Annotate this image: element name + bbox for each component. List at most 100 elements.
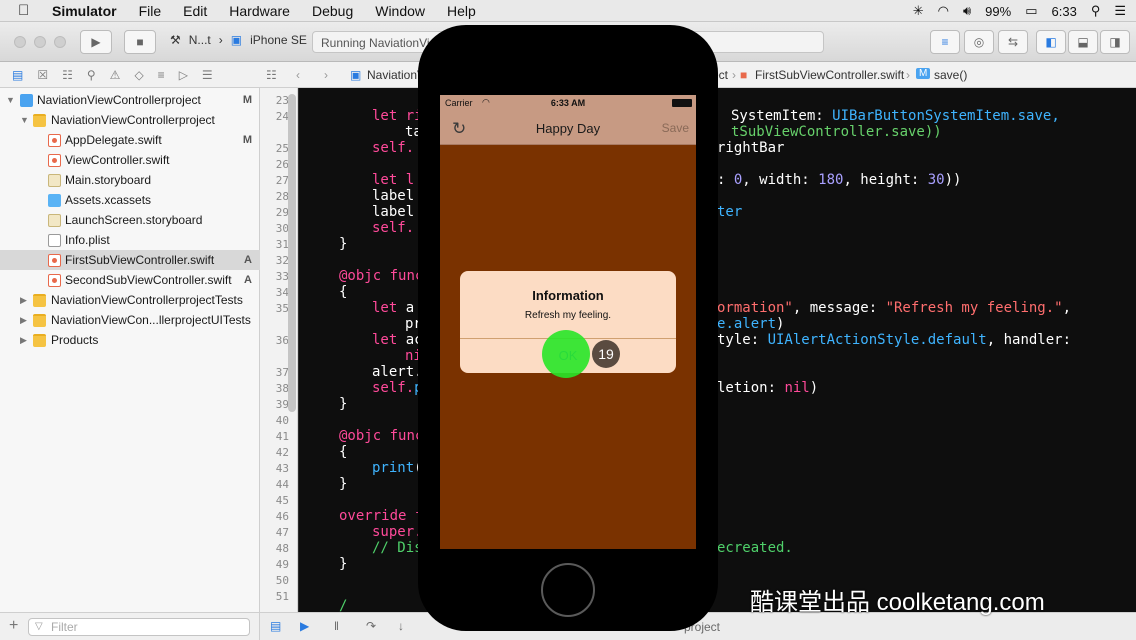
line-number: 45 (275, 494, 289, 507)
device-screen[interactable]: Carrier ◠ 6:33 AM ↻ Happy Day Save Infor… (440, 95, 696, 549)
forward-arrow-icon[interactable]: › (324, 68, 328, 82)
tree-item-file[interactable]: AppDelegate.swift M (0, 130, 260, 150)
standard-editor-button[interactable]: ≡ (930, 30, 960, 54)
volume-icon[interactable]: 🔊︎ (963, 3, 971, 19)
report-navigator-icon[interactable]: ☰ (202, 68, 213, 82)
tree-item-file-selected[interactable]: FirstSubViewController.swift A (0, 250, 260, 270)
wifi-icon[interactable]: ◠ (938, 3, 949, 19)
swift-file-icon (48, 273, 61, 287)
jump-file[interactable]: FirstSubViewController.swift (755, 68, 904, 82)
related-items-icon[interactable]: ☷ (266, 68, 277, 82)
find-navigator-icon[interactable]: ⚲ (87, 68, 96, 82)
code-line: ormation", message: "Refresh my feeling.… (717, 300, 1071, 316)
tree-item-group[interactable]: ▶ NaviationViewControllerprojectTests (0, 290, 260, 310)
code-token: // Dis (372, 540, 423, 556)
back-arrow-icon[interactable]: ‹ (296, 68, 300, 82)
line-number: 37 (275, 366, 289, 379)
disclosure-closed-icon[interactable]: ▶ (20, 335, 27, 346)
home-button[interactable] (541, 563, 595, 617)
code-line: override f (339, 508, 423, 524)
zoom-window-button[interactable] (54, 36, 66, 48)
project-navigator-icon[interactable]: ▤ (12, 68, 23, 82)
tree-item-project[interactable]: ▼ NaviationViewControllerproject M (0, 90, 260, 110)
tree-item-group[interactable]: ▼ NaviationViewControllerproject (0, 110, 260, 130)
tree-item-label: NaviationViewControllerproject (51, 113, 215, 127)
breakpoint-navigator-icon[interactable]: ▷ (179, 68, 188, 82)
disclosure-closed-icon[interactable]: ▶ (20, 315, 27, 326)
hide-debug-area-icon[interactable]: ▤ (270, 619, 281, 633)
tree-item-file[interactable]: Main.storyboard (0, 170, 260, 190)
code-line: } (339, 556, 347, 572)
menu-edit[interactable]: Edit (183, 3, 207, 19)
menu-hardware[interactable]: Hardware (229, 3, 290, 19)
save-button[interactable]: Save (662, 121, 689, 135)
spotlight-icon[interactable]: ⚲ (1091, 3, 1101, 19)
debug-navigator-icon[interactable]: ≡ (158, 68, 165, 82)
add-file-icon[interactable]: + (9, 617, 18, 635)
touch-indicator (542, 330, 590, 378)
menu-debug[interactable]: Debug (312, 3, 353, 19)
code-token: .default (919, 332, 987, 348)
jump-project[interactable]: NaviationV (367, 68, 425, 82)
battery-percent[interactable]: 99% (985, 4, 1011, 19)
line-number: 23 (275, 94, 289, 107)
toggle-debug-area-button[interactable]: ⬓ (1068, 30, 1098, 54)
battery-icon[interactable]: ▭ (1025, 3, 1037, 19)
step-over-icon[interactable]: ↷ (366, 619, 376, 633)
tree-item-file[interactable]: Info.plist (0, 230, 260, 250)
tree-item-file[interactable]: LaunchScreen.storyboard (0, 210, 260, 230)
clock[interactable]: 6:33 (1052, 4, 1077, 19)
jump-symbol[interactable]: save() (934, 68, 967, 82)
menu-window[interactable]: Window (375, 3, 425, 19)
minimize-window-button[interactable] (34, 36, 46, 48)
step-into-icon[interactable]: ↓ (398, 619, 404, 633)
code-line: label (372, 188, 414, 204)
line-number: 43 (275, 462, 289, 475)
symbol-navigator-icon[interactable]: ☷ (62, 68, 73, 82)
tree-item-file[interactable]: Assets.xcassets (0, 190, 260, 210)
tree-item-label: NaviationViewControllerprojectTests (51, 293, 243, 307)
storyboard-icon (48, 173, 61, 187)
tree-item-group[interactable]: ▶ Products (0, 330, 260, 350)
source-control-icon[interactable]: ☒ (37, 68, 48, 82)
tree-item-file[interactable]: ViewController.swift (0, 150, 260, 170)
method-icon: M (916, 68, 931, 79)
venn-icon: ◎ (973, 35, 985, 49)
line-number: 44 (275, 478, 289, 491)
code-line: { (339, 444, 347, 460)
test-navigator-icon[interactable]: ◇ (134, 68, 143, 82)
toggle-navigator-button[interactable]: ◧ (1036, 30, 1066, 54)
run-button[interactable]: ▶ (80, 30, 112, 54)
disclosure-closed-icon[interactable]: ▶ (20, 295, 27, 306)
breakpoints-toggle-icon[interactable]: ▶ (300, 619, 309, 633)
line-number: 27 (275, 174, 289, 187)
chevron-right-icon: › (906, 68, 910, 82)
menu-help[interactable]: Help (447, 3, 476, 19)
version-editor-button[interactable]: ⇆ (998, 30, 1028, 54)
notification-center-icon[interactable]: ☰ (1114, 3, 1126, 19)
code-folding-ribbon[interactable] (288, 94, 296, 412)
pause-icon[interactable]: ‖ (334, 619, 339, 633)
tree-item-file[interactable]: SecondSubViewController.swift A (0, 270, 260, 290)
issue-navigator-icon[interactable]: ⚠ (110, 68, 121, 82)
menu-file[interactable]: File (139, 3, 162, 19)
scheme-selector[interactable]: ⚒ N...t › ▣ iPhone SE (170, 33, 307, 47)
disclosure-open-icon[interactable]: ▼ (6, 95, 15, 105)
iphone-simulator: Carrier ◠ 6:33 AM ↻ Happy Day Save Infor… (418, 25, 718, 631)
toggle-utilities-button[interactable]: ◨ (1100, 30, 1130, 54)
assistant-editor-button[interactable]: ◎ (964, 30, 994, 54)
folder-icon (33, 333, 46, 347)
apple-menu-icon[interactable]:  (18, 2, 38, 19)
tree-item-group[interactable]: ▶ NaviationViewCon...llerprojectUITests (0, 310, 260, 330)
navigation-bar: ↻ Happy Day Save (440, 113, 696, 145)
bluetooth-icon[interactable]: ✳ (913, 3, 924, 19)
stop-button[interactable]: ■ (124, 30, 156, 54)
close-window-button[interactable] (14, 36, 26, 48)
disclosure-open-icon[interactable]: ▼ (20, 115, 29, 125)
code-token: let (372, 300, 398, 316)
code-token: UIAlertActionStyle (767, 332, 920, 348)
menu-simulator[interactable]: Simulator (52, 3, 117, 19)
filter-input[interactable]: ▽ Filter (28, 618, 250, 636)
code-line: // Dis (372, 540, 423, 556)
code-token: 180 (818, 172, 844, 188)
